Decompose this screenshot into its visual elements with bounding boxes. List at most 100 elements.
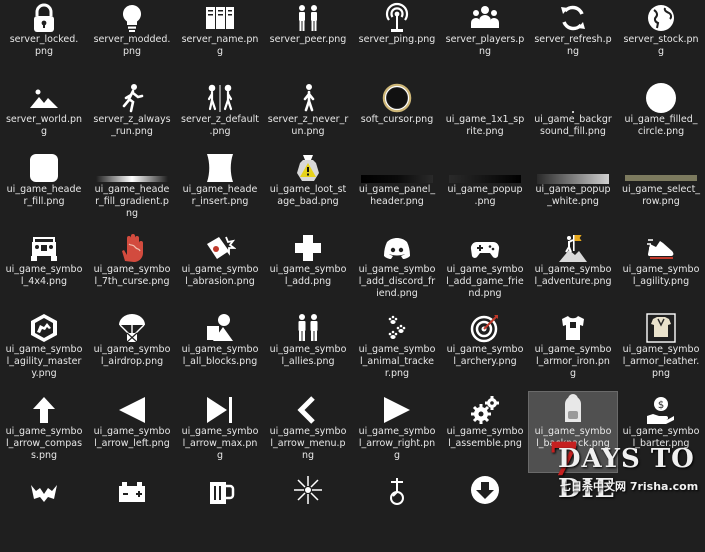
file-name-label: ui_game_symbo l_armor_iron.pn g <box>534 344 612 379</box>
ring-cursor-icon <box>379 80 415 116</box>
iron-armor-icon <box>555 310 591 346</box>
file-name-label: ui_game_symbo l_add.png <box>269 264 347 287</box>
file-tile-ui-game-symbol-adventure[interactable]: ui_game_symbo l_adventure.png <box>529 230 617 310</box>
file-name-label: ui_game_symbo l_airdrop.png <box>93 344 171 367</box>
barter-icon: $ <box>643 392 679 428</box>
burst-icon <box>290 472 326 508</box>
file-name-label: ui_game_filled_ circle.png <box>624 114 698 137</box>
shapes-icon <box>202 310 238 346</box>
file-tile-ui-game-symbol-4x4[interactable]: ui_game_symbo l_4x4.png <box>0 230 88 310</box>
abrasion-icon <box>202 230 238 266</box>
file-tile-ui-game-symbol-arrow-left[interactable]: ui_game_symbo l_arrow_left.png <box>88 392 176 472</box>
file-tile[interactable] <box>176 472 264 552</box>
blank-sprite-icon <box>467 80 503 116</box>
file-tile-server-z-always-run[interactable]: server_z_always _run.png <box>88 80 176 160</box>
file-tile-soft-cursor[interactable]: soft_cursor.png <box>353 80 441 160</box>
file-tile-server-z-default[interactable]: server_z_default .png <box>176 80 264 160</box>
loot-bag-warning-icon <box>290 150 326 186</box>
arrow-down-circle-icon <box>467 472 503 508</box>
gradient-bar-icon <box>94 150 170 186</box>
file-tile-ui-game-symbol-allies[interactable]: ui_game_symbo l_allies.png <box>264 310 352 390</box>
file-tile-ui-game-header-fill-gradient[interactable]: ui_game_heade r_fill_gradient.p ng <box>88 150 176 230</box>
file-tile[interactable] <box>264 472 352 552</box>
file-name-label: ui_game_heade r_fill.png <box>6 184 82 207</box>
file-tile-server-z-never-run[interactable]: server_z_never_r un.png <box>264 80 352 160</box>
file-tile-server-stock[interactable]: server_stock.pn g <box>617 0 705 80</box>
file-tile-server-ping[interactable]: server_ping.png <box>353 0 441 80</box>
file-tile-ui-game-symbol-arrow-right[interactable]: ui_game_symbo l_arrow_right.pn g <box>353 392 441 472</box>
file-tile-ui-game-symbol-all-blocks[interactable]: ui_game_symbo l_all_blocks.png <box>176 310 264 390</box>
bicycle-icon <box>379 472 415 508</box>
file-name-label: ui_game_symbo l_add_game_frie nd.png <box>446 264 524 299</box>
file-tile-server-world[interactable]: server_world.pn g <box>0 80 88 160</box>
file-tile-ui-game-1x1-sprite[interactable]: ui_game_1x1_sp rite.png <box>441 80 529 160</box>
file-tile-ui-game-symbol-abrasion[interactable]: ui_game_symbo l_abrasion.png <box>176 230 264 310</box>
file-tile-ui-game-symbol-7th-curse[interactable]: ui_game_symbo l_7th_curse.png <box>88 230 176 310</box>
file-tile[interactable] <box>353 472 441 552</box>
watermark-subtitle: 七日杀中文网 7risha.com <box>560 480 699 493</box>
gears-icon <box>467 392 503 428</box>
panel-header-strip-icon <box>359 150 435 186</box>
parachute-crate-icon <box>114 310 150 346</box>
file-tile-ui-game-symbol-add[interactable]: ui_game_symbo l_add.png <box>264 230 352 310</box>
cursed-hand-icon <box>114 230 150 266</box>
backpack-icon <box>555 392 591 428</box>
file-name-label: ui_game_symbo l_agility_master y.png <box>5 344 83 379</box>
file-tile-ui-game-symbol-arrow-max[interactable]: ui_game_symbo l_arrow_max.pn g <box>176 392 264 472</box>
file-tile-ui-game-symbol-airdrop[interactable]: ui_game_symbo l_airdrop.png <box>88 310 176 390</box>
file-name-label: server_ping.png <box>358 34 436 45</box>
watermark-title: DAYS TO DIE <box>558 444 695 504</box>
file-tile-ui-game-symbol-armor-leather[interactable]: ui_game_symbo l_armor_leather. png <box>617 310 705 390</box>
file-tile-server-players[interactable]: server_players.p ng <box>441 0 529 80</box>
file-name-label: ui_game_symbo l_archery.png <box>446 344 524 367</box>
file-tile-ui-game-select-row[interactable]: ui_game_select_ row.png <box>617 150 705 230</box>
file-tile-ui-game-symbol-add-discord-friend[interactable]: ui_game_symbo l_add_discord_fr iend.png <box>353 230 441 310</box>
sneaker-icon <box>643 230 679 266</box>
file-tile-ui-game-symbol-arrow-menu[interactable]: ui_game_symbo l_arrow_menu.p ng <box>264 392 352 472</box>
file-tile[interactable] <box>88 472 176 552</box>
file-tile-ui-game-header-fill[interactable]: ui_game_heade r_fill.png <box>0 150 88 230</box>
file-tile-ui-game-symbol-add-game-friend[interactable]: ui_game_symbo l_add_game_frie nd.png <box>441 230 529 310</box>
file-name-label: ui_game_symbo l_animal_tracke r.png <box>358 344 436 379</box>
file-name-label: server_players.p ng <box>445 34 525 57</box>
file-tile-ui-game-panel-header[interactable]: ui_game_panel_ header.png <box>353 150 441 230</box>
file-tile-ui-game-symbol-arrow-compass[interactable]: ui_game_symbo l_arrow_compas s.png <box>0 392 88 472</box>
file-name-label: server_name.pn g <box>181 34 259 57</box>
file-tile-server-refresh[interactable]: server_refresh.p ng <box>529 0 617 80</box>
popup-strip-icon <box>447 150 523 186</box>
file-tile-server-locked[interactable]: server_locked. png <box>0 0 88 80</box>
file-tile[interactable] <box>441 472 529 552</box>
file-tile-ui-game-popup-white[interactable]: ui_game_popup _white.png <box>529 150 617 230</box>
file-name-label: ui_game_symbo l_4x4.png <box>5 264 83 287</box>
gamepad-icon <box>467 230 503 266</box>
file-tile-ui-game-symbol-archery[interactable]: ui_game_symbo l_archery.png <box>441 310 529 390</box>
file-tile-ui-game-symbol-armor-iron[interactable]: ui_game_symbo l_armor_iron.pn g <box>529 310 617 390</box>
file-tile-server-modded[interactable]: server_modded. png <box>88 0 176 80</box>
file-name-label: ui_game_1x1_sp rite.png <box>445 114 525 137</box>
site-watermark: 7 DAYS TO DIE 七日杀中文网 7risha.com <box>548 432 705 507</box>
file-tile-server-peer[interactable]: server_peer.png <box>264 0 352 80</box>
discord-icon <box>379 230 415 266</box>
file-tile-ui-game-symbol-agility[interactable]: ui_game_symbo l_agility.png <box>617 230 705 310</box>
lock-icon <box>26 0 62 36</box>
file-tile-ui-game-symbol-animal-tracker[interactable]: ui_game_symbo l_animal_tracke r.png <box>353 310 441 390</box>
file-tile-ui-game-backgrsound-fill[interactable]: ui_game_backgr sound_fill.png <box>529 80 617 160</box>
file-tile-server-name[interactable]: server_name.pn g <box>176 0 264 80</box>
file-tile-ui-game-symbol-agility-mastery[interactable]: ui_game_symbo l_agility_master y.png <box>0 310 88 390</box>
allies-icon <box>290 310 326 346</box>
file-name-label: ui_game_symbo l_abrasion.png <box>181 264 259 287</box>
file-name-label: ui_game_symbo l_adventure.png <box>534 264 612 287</box>
file-tile-ui-game-header-insert[interactable]: ui_game_heade r_insert.png <box>176 150 264 230</box>
file-tile-ui-game-loot-stage-bad[interactable]: ui_game_loot_st age_bad.png <box>264 150 352 230</box>
file-name-label: server_z_never_r un.png <box>267 114 349 137</box>
file-name-label: ui_game_loot_st age_bad.png <box>269 184 347 207</box>
two-people-icon <box>290 0 326 36</box>
file-tile[interactable] <box>0 472 88 552</box>
file-name-label: ui_game_symbo l_assemble.png <box>446 426 524 449</box>
file-tile-ui-game-filled-circle[interactable]: ui_game_filled_ circle.png <box>617 80 705 160</box>
globe-icon <box>643 0 679 36</box>
file-tile-ui-game-symbol-assemble[interactable]: ui_game_symbo l_assemble.png <box>441 392 529 472</box>
select-row-strip-icon <box>623 150 699 186</box>
target-icon <box>467 310 503 346</box>
file-tile-ui-game-popup[interactable]: ui_game_popup .png <box>441 150 529 230</box>
